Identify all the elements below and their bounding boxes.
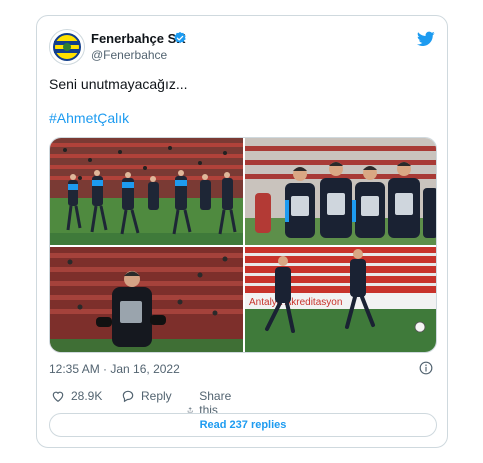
heart-icon (52, 391, 64, 402)
tweet-timestamp[interactable]: 12:35 AM · Jan 16, 2022 (49, 362, 180, 376)
photo-warmup-group[interactable] (50, 138, 243, 245)
read-replies-button[interactable]: Read 237 replies (49, 413, 437, 437)
author-handle[interactable]: @Fenerbahce (91, 48, 167, 62)
photo-grid: Antalya Akreditasyon (49, 137, 437, 353)
reply-label: Reply (141, 389, 172, 403)
photo-pitch-warmup[interactable]: Antalya Akreditasyon (245, 247, 436, 352)
tweet-text: Seni unutmayacağız... (49, 76, 188, 92)
photo-goalkeeper[interactable] (50, 247, 243, 352)
like-count: 28.9K (71, 389, 103, 403)
twitter-bird-icon[interactable] (417, 31, 435, 47)
verified-badge-icon (174, 31, 186, 44)
photo-memorial-shirts[interactable] (245, 138, 436, 245)
ad-board-text: Antalya Akreditasyon (249, 297, 342, 308)
fenerbahce-logo-icon[interactable] (49, 29, 85, 65)
reply-button[interactable]: Reply (121, 389, 172, 403)
tweet-card: Fenerbahçe SK @Fenerbahce Seni unutmayac… (36, 15, 448, 448)
hashtag-link[interactable]: #AhmetÇalık (49, 110, 129, 126)
author-name[interactable]: Fenerbahçe SK (91, 31, 186, 46)
info-icon[interactable] (419, 361, 433, 375)
reply-icon (122, 390, 134, 403)
like-button[interactable]: 28.9K (51, 389, 102, 403)
